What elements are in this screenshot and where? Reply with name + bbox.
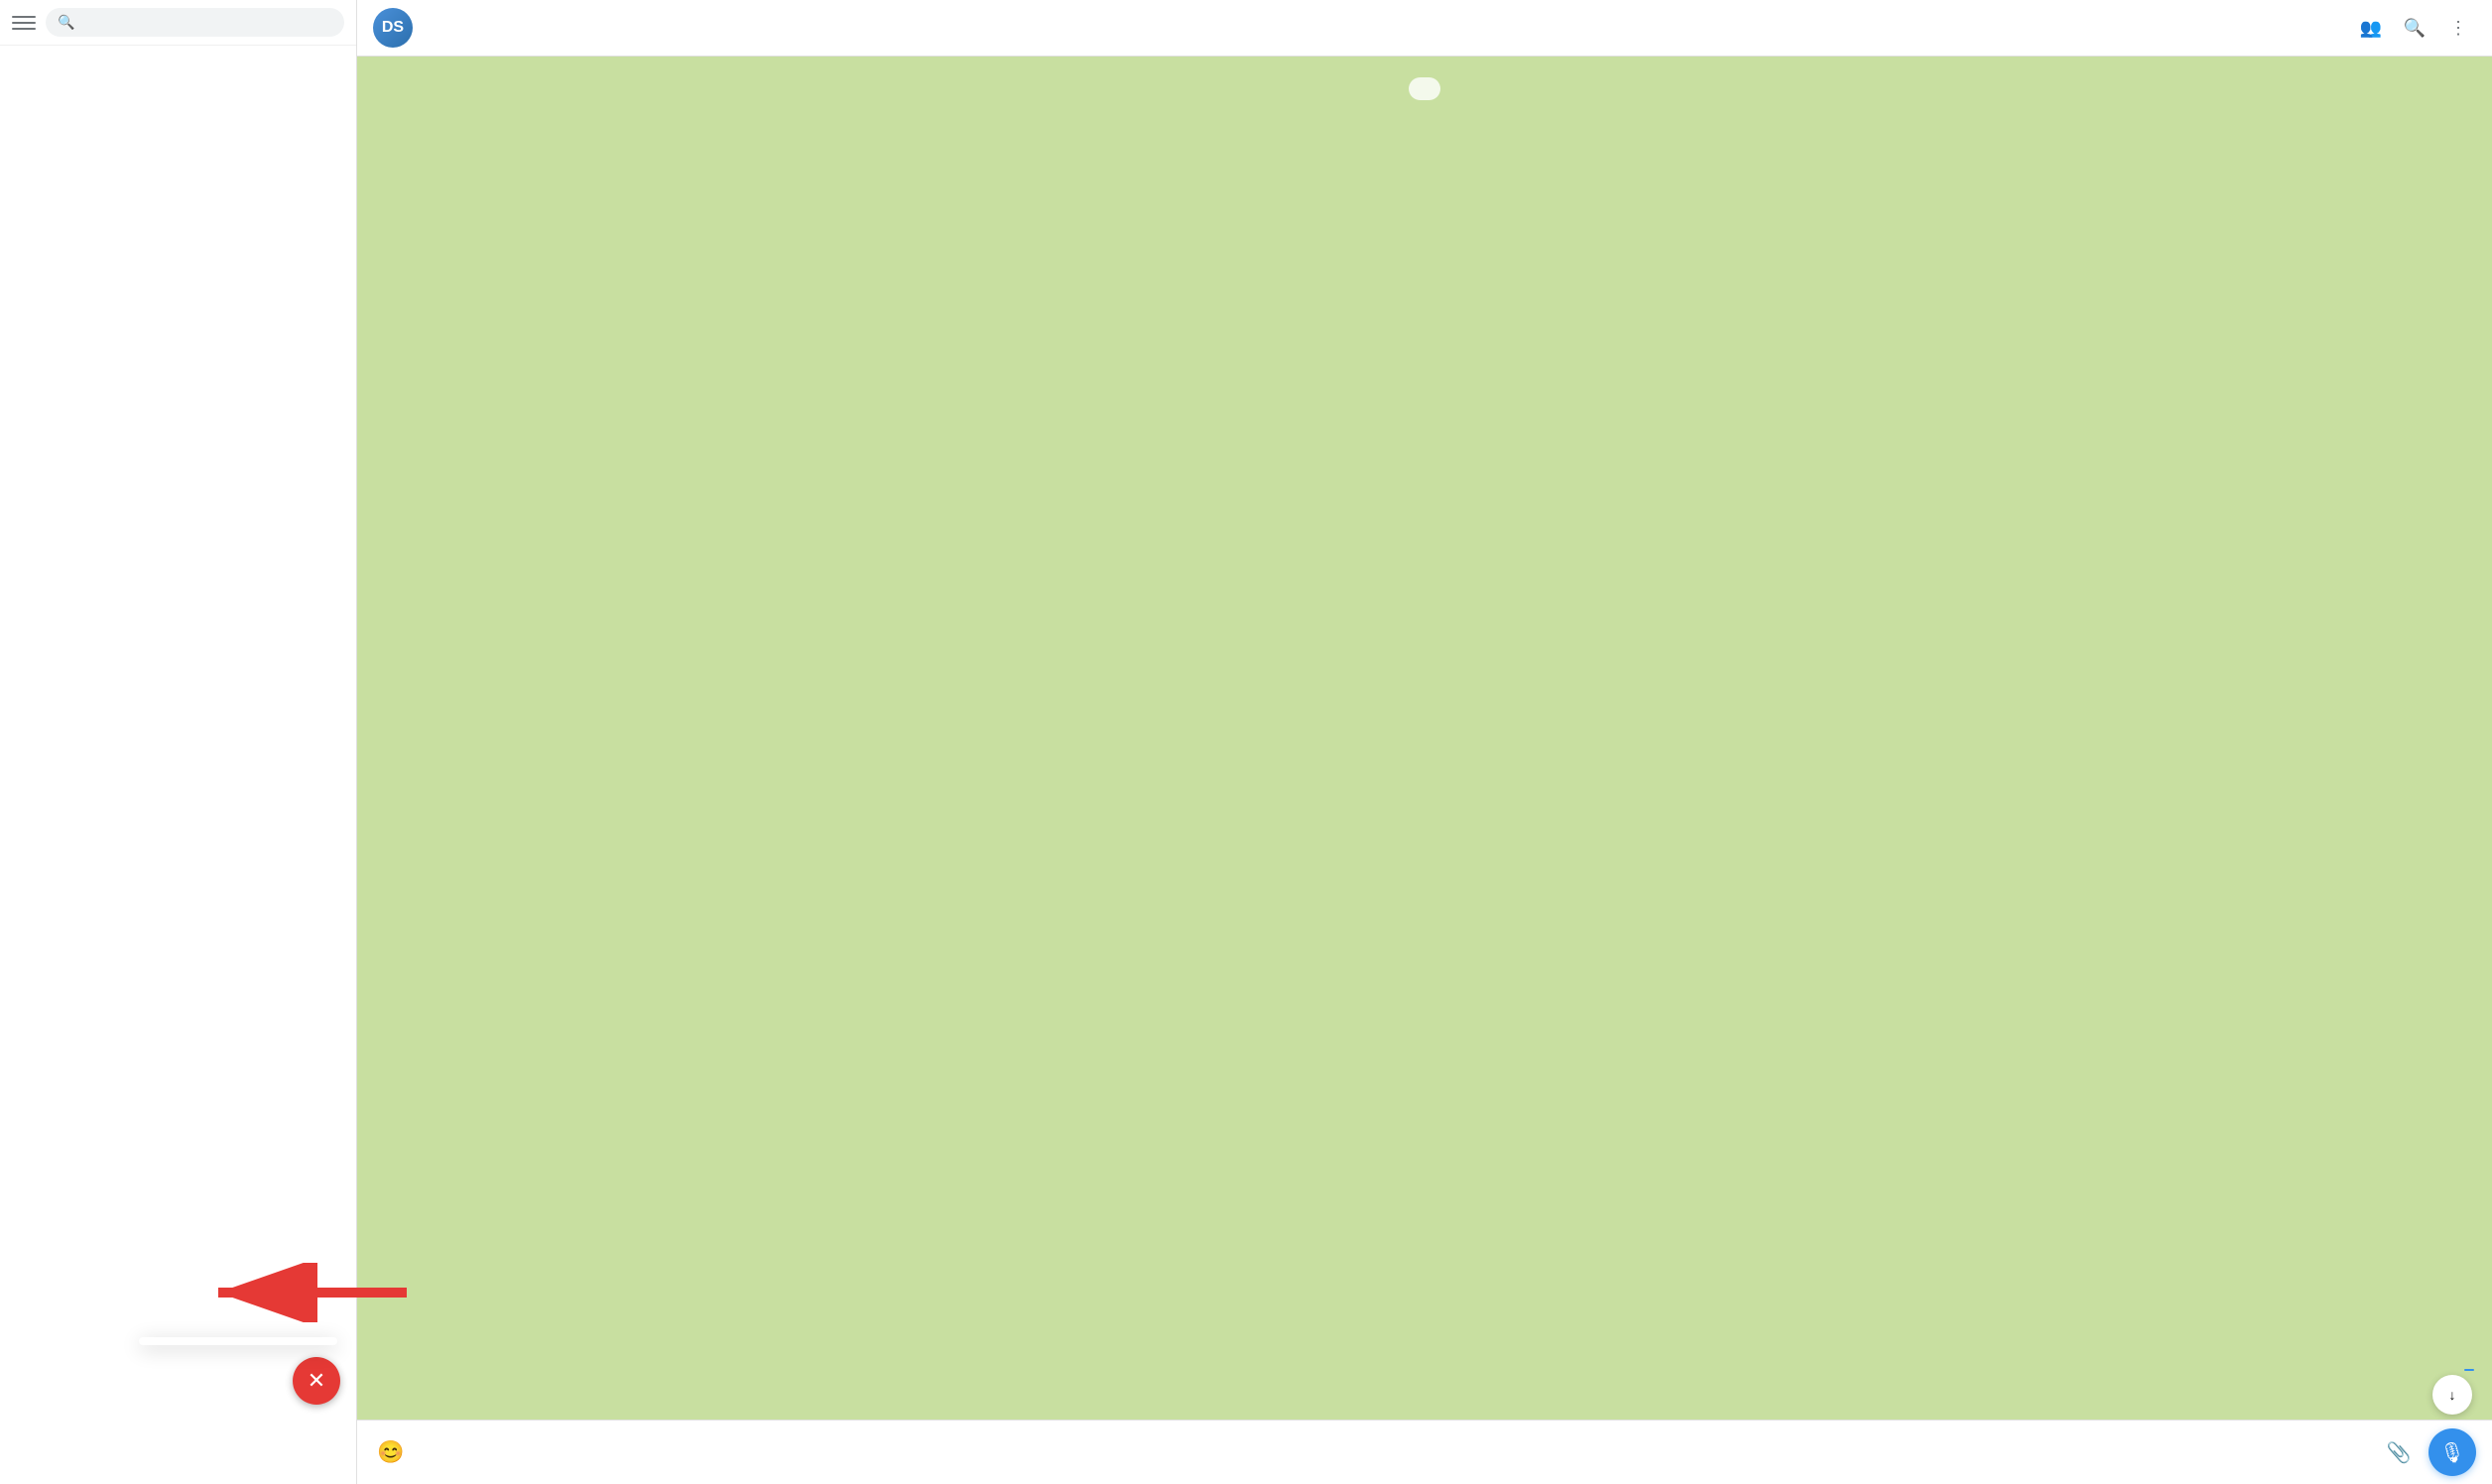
members-button[interactable]: 👥: [2353, 10, 2389, 46]
mic-icon: 🎙: [2439, 1440, 2464, 1465]
sidebar: 🔍 ✕: [0, 0, 357, 1484]
fab-area: ✕: [293, 1357, 340, 1405]
search-box[interactable]: 🔍: [46, 8, 344, 37]
close-fab-button[interactable]: ✕: [293, 1357, 340, 1405]
mic-button[interactable]: 🎙: [2429, 1428, 2476, 1476]
messages-area: [357, 57, 2492, 1420]
search-input[interactable]: [82, 15, 332, 31]
group-avatar[interactable]: DS: [373, 8, 413, 48]
unread-divider: [373, 80, 2476, 96]
header-actions: 👥 🔍 ⋮: [2353, 10, 2476, 46]
chat-list: [0, 46, 356, 1468]
attach-button[interactable]: 📎: [2381, 1434, 2417, 1470]
more-button[interactable]: ⋮: [2440, 10, 2476, 46]
sidebar-header: 🔍: [0, 0, 356, 46]
scroll-badge: [2464, 1369, 2474, 1371]
emoji-button[interactable]: 😊: [373, 1434, 409, 1470]
message-input-area: 😊 📎 🎙: [357, 1420, 2492, 1484]
scroll-to-bottom-button[interactable]: ↓: [2432, 1375, 2472, 1415]
red-arrow-indicator: [198, 1263, 417, 1325]
context-menu: [139, 1337, 337, 1345]
chat-header: DS 👥 🔍 ⋮: [357, 0, 2492, 57]
message-input[interactable]: [421, 1444, 2369, 1461]
search-icon: 🔍: [58, 14, 74, 31]
close-icon: ✕: [308, 1370, 325, 1392]
search-button[interactable]: 🔍: [2397, 10, 2432, 46]
chat-area: DS 👥 🔍 ⋮ ↓ 😊 📎 🎙: [357, 0, 2492, 1484]
contacts-section: [0, 1468, 356, 1484]
unread-label: [1409, 77, 1440, 100]
scroll-down-icon: ↓: [2449, 1387, 2456, 1403]
hamburger-menu-button[interactable]: [12, 11, 36, 35]
